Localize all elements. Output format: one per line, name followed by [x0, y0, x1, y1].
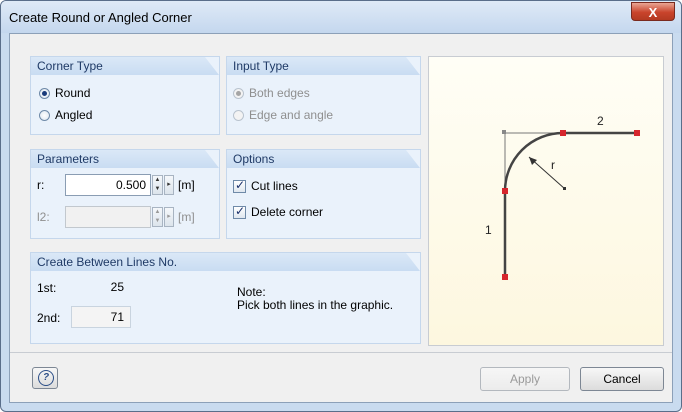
close-button[interactable]: X: [631, 2, 675, 21]
corner-vertex: [502, 130, 506, 134]
input-type-group: Input Type Both edges Edge and angle: [226, 56, 421, 135]
between-lines-title: Create Between Lines No.: [37, 255, 178, 269]
r-spinner[interactable]: ▲ ▼: [152, 175, 163, 195]
radius-label: r: [551, 158, 555, 172]
first-line-label: 1st:: [37, 281, 57, 295]
second-line-value[interactable]: 71: [71, 306, 131, 328]
input-type-title: Input Type: [233, 59, 289, 73]
cut-lines-label[interactable]: Cut lines: [251, 179, 298, 193]
r-input[interactable]: 0.500: [65, 174, 151, 196]
r-unit: [m]: [178, 178, 195, 192]
edge-and-angle-radio[interactable]: [233, 110, 244, 121]
l2-unit: [m]: [178, 210, 195, 224]
r-pick-button[interactable]: ▸: [164, 175, 174, 195]
line-1-tangent-point: [502, 188, 508, 194]
delete-corner-label[interactable]: Delete corner: [251, 205, 323, 219]
both-edges-radio[interactable]: [233, 88, 244, 99]
radius-arrowhead: [529, 157, 537, 165]
angled-label[interactable]: Angled: [55, 108, 92, 122]
corner-type-title: Corner Type: [37, 59, 103, 73]
round-label[interactable]: Round: [55, 86, 90, 100]
options-title: Options: [233, 152, 275, 166]
l2-spinner[interactable]: ▲ ▼: [152, 207, 163, 227]
options-group: Options Cut lines Delete corner: [226, 149, 421, 239]
help-button[interactable]: ?: [32, 367, 58, 389]
line-2-tangent-point: [560, 130, 566, 136]
round-radio[interactable]: [39, 88, 50, 99]
delete-corner-checkbox[interactable]: [233, 204, 246, 219]
note-text: Pick both lines in the graphic.: [237, 298, 394, 312]
l2-label: l2:: [37, 210, 50, 224]
line-1-label: 1: [485, 223, 492, 237]
arc-center-point: [563, 187, 566, 190]
first-line-value[interactable]: 25: [71, 276, 131, 298]
second-line-label: 2nd:: [37, 311, 61, 325]
angled-radio[interactable]: [39, 110, 50, 121]
parameters-title: Parameters: [37, 152, 100, 166]
footer-separator: [10, 352, 672, 353]
parameters-group: Parameters r: 0.500 ▲ ▼ ▸ [m] l2: ▲ ▼ ▸ [m…: [30, 149, 220, 239]
line-2-label: 2: [597, 114, 604, 128]
line-1-end-point: [502, 274, 508, 280]
help-icon: ?: [38, 370, 54, 386]
corner-diagram: 1 2 r: [485, 114, 640, 280]
l2-pick-button[interactable]: ▸: [164, 207, 174, 227]
between-lines-group: Create Between Lines No. 1st: 25 2nd: 71…: [30, 252, 421, 344]
cut-lines-checkbox[interactable]: [233, 178, 246, 193]
apply-button[interactable]: Apply: [480, 367, 570, 391]
dialog-title: Create Round or Angled Corner: [9, 10, 192, 25]
r-label: r:: [37, 178, 45, 192]
dialog-window: Create Round or Angled Corner X Corner T…: [0, 0, 682, 412]
corner-preview: 1 2 r: [428, 56, 664, 346]
note-title: Note:: [237, 285, 266, 299]
dialog-body: Corner Type Round Angled Input Type Both…: [9, 33, 673, 403]
edge-and-angle-label[interactable]: Edge and angle: [249, 108, 333, 122]
both-edges-label[interactable]: Both edges: [249, 86, 310, 100]
l2-input[interactable]: [65, 206, 151, 228]
line-2-end-point: [634, 130, 640, 136]
cancel-button[interactable]: Cancel: [580, 367, 664, 391]
title-bar[interactable]: Create Round or Angled Corner X: [1, 1, 681, 33]
corner-type-group: Corner Type Round Angled: [30, 56, 220, 135]
